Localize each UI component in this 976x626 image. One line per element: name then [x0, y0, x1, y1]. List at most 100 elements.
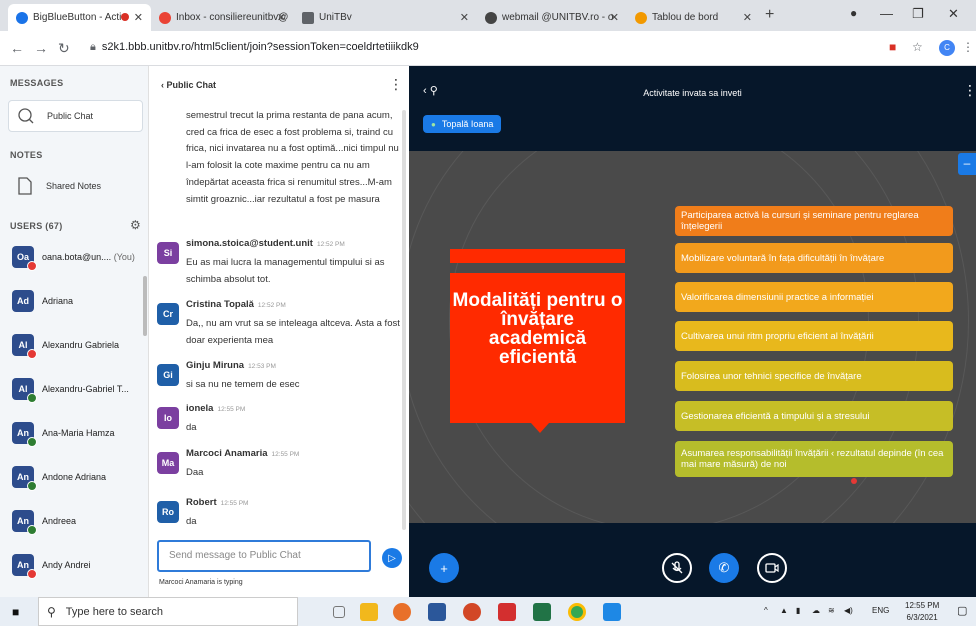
avatar: Ro — [157, 501, 179, 523]
windows-taskbar: ■ ⚲ Type here to search ^ ▲ ▮ ☁ ≋ ◀) ENG… — [0, 597, 976, 626]
message-author: Robert — [186, 497, 217, 508]
presentation-slide: Modalități pentru o învățare academică e… — [409, 151, 976, 523]
tab-label: UniTBv — [319, 12, 352, 23]
chat-scrollbar[interactable] — [402, 110, 406, 530]
presenter-pointer — [851, 478, 857, 484]
tab-inbox[interactable]: Inbox - consiliereunitbv@ ✕ — [151, 4, 294, 31]
browser-menu-icon[interactable]: ⋮ — [962, 40, 974, 54]
avatar: An — [12, 554, 37, 579]
onedrive-tray-icon[interactable]: ☁ — [812, 606, 820, 615]
send-message-button[interactable]: ▷ — [382, 548, 402, 568]
taskbar-clock[interactable]: 12:55 PM 6/3/2021 — [905, 600, 939, 624]
video-camera-icon — [765, 563, 779, 573]
message-author: Cristina Topală — [186, 299, 254, 310]
url-field[interactable]: 🔒︎ s2k1.bbb.unitbv.ro/html5client/join?se… — [90, 41, 419, 54]
phone-icon: ✆ — [718, 560, 730, 575]
extension-icon[interactable]: ■ — [889, 40, 896, 54]
photos-icon[interactable] — [603, 603, 621, 621]
chat-message-input[interactable]: Send message to Public Chat — [157, 540, 371, 572]
new-tab-icon[interactable]: + — [765, 6, 774, 24]
chat-back-link[interactable]: ‹ Public Chat — [161, 80, 216, 90]
actions-plus-button[interactable]: + — [429, 553, 459, 583]
slide-item: Cultivarea unui ritm propriu eficient al… — [675, 321, 953, 351]
user-item[interactable]: An Ana-Maria Hamza — [12, 418, 144, 448]
options-menu-icon[interactable]: ⋮ — [963, 82, 976, 99]
user-item[interactable]: Al Alexandru Gabriela — [12, 330, 144, 360]
user-item[interactable]: An Andy Andrei — [12, 550, 144, 580]
user-item[interactable]: Ad Adriana — [12, 286, 144, 316]
profile-avatar[interactable]: C — [939, 40, 955, 56]
close-tab-icon[interactable]: ✕ — [610, 11, 619, 24]
close-tab-icon[interactable]: ✕ — [460, 11, 469, 24]
tab-label: BigBlueButton - Activ — [33, 12, 127, 23]
avatar: An — [12, 466, 37, 491]
tab-webmail[interactable]: webmail @UNITBV.ro - o ✕ — [477, 4, 627, 31]
chat-options-icon[interactable]: ⋮ — [389, 76, 403, 93]
word-icon[interactable] — [428, 603, 446, 621]
taskbar-search-box[interactable]: ⚲ Type here to search — [38, 597, 298, 626]
minimize-icon[interactable]: — — [880, 6, 893, 21]
users-settings-gear-icon[interactable]: ⚙ — [130, 218, 141, 232]
tab-bigbluebutton[interactable]: BigBlueButton - Activ ✕ — [8, 4, 151, 31]
mic-muted-status-icon — [27, 261, 37, 271]
tab-tablou-de-bord[interactable]: Tablou de bord ✕ — [627, 4, 760, 31]
slide-title-pointer — [531, 423, 549, 433]
close-tab-icon[interactable]: ✕ — [277, 11, 286, 24]
tray-chevron-icon[interactable]: ^ — [764, 606, 768, 615]
user-name: Ana-Maria Hamza — [42, 428, 115, 438]
firefox-icon[interactable] — [393, 603, 411, 621]
avatar: Io — [157, 407, 179, 429]
excel-icon[interactable] — [533, 603, 551, 621]
user-item[interactable]: An Andone Adriana — [12, 462, 144, 492]
shared-notes-item[interactable]: Shared Notes — [8, 170, 143, 202]
powerpoint-icon[interactable] — [463, 603, 481, 621]
network-tray-icon[interactable]: ▲ — [780, 606, 788, 615]
public-chat-item[interactable]: Public Chat — [8, 100, 143, 132]
back-icon[interactable]: ← — [10, 40, 24, 56]
tab-unitbv[interactable]: UniTBv ✕ — [294, 4, 477, 31]
close-tab-icon[interactable]: ✕ — [134, 11, 143, 24]
mute-microphone-button[interactable] — [662, 553, 692, 583]
wifi-tray-icon[interactable]: ≋ — [828, 606, 835, 615]
message-time: 12:55 PM — [271, 451, 300, 458]
leave-audio-button[interactable]: ✆ — [709, 553, 739, 583]
avatar: An — [12, 422, 37, 447]
chrome-icon[interactable] — [568, 603, 586, 621]
bookmark-star-icon[interactable]: ☆ — [912, 40, 923, 54]
reload-icon[interactable]: ↻ — [58, 40, 70, 57]
file-explorer-icon[interactable] — [360, 603, 378, 621]
notes-section-title: NOTES — [10, 150, 43, 160]
speaker-name: Topală Ioana — [441, 119, 494, 129]
notifications-icon[interactable]: ▢ — [957, 604, 967, 617]
slide-title-bar — [450, 249, 625, 263]
messages-section-title: MESSAGES — [10, 78, 64, 88]
maximize-icon[interactable]: ❐ — [912, 6, 924, 22]
bbb-favicon-icon — [16, 11, 28, 24]
battery-tray-icon[interactable]: ▮ — [796, 606, 800, 615]
share-webcam-button[interactable] — [757, 553, 787, 583]
avatar: Cr — [157, 303, 179, 325]
user-name: oana.bota@un.... (You) — [42, 252, 135, 262]
acrobat-icon[interactable] — [498, 603, 516, 621]
windows-start-icon[interactable]: ■ — [12, 605, 19, 619]
forward-icon[interactable]: → — [34, 40, 48, 56]
moodle-favicon-icon — [635, 11, 647, 24]
user-item[interactable]: Oa oana.bota@un.... (You) — [12, 242, 144, 272]
clock-time: 12:55 PM — [905, 601, 940, 610]
window-close-icon[interactable]: ✕ — [948, 6, 959, 22]
language-indicator[interactable]: ENG — [872, 606, 889, 615]
user-item[interactable]: An Andreea — [12, 506, 144, 536]
task-view-icon[interactable] — [333, 606, 345, 618]
close-tab-icon[interactable]: ✕ — [743, 11, 752, 24]
listen-only-status-icon — [27, 481, 37, 491]
user-list-scrollbar[interactable] — [143, 276, 147, 336]
address-bar: ← → ↻ 🔒︎ s2k1.bbb.unitbv.ro/html5client/j… — [0, 31, 976, 66]
volume-tray-icon[interactable]: ◀) — [844, 606, 853, 615]
note-page-icon — [14, 175, 36, 197]
presentation-toolbar-toggle[interactable]: – — [958, 153, 976, 175]
meeting-title: Activitate invata sa inveti — [643, 88, 742, 98]
user-name: Alexandru Gabriela — [42, 340, 120, 350]
slide-title: Modalități pentru o învățare academică e… — [450, 273, 625, 423]
recording-icon — [121, 13, 129, 21]
user-item[interactable]: Al Alexandru-Gabriel T... — [12, 374, 144, 404]
